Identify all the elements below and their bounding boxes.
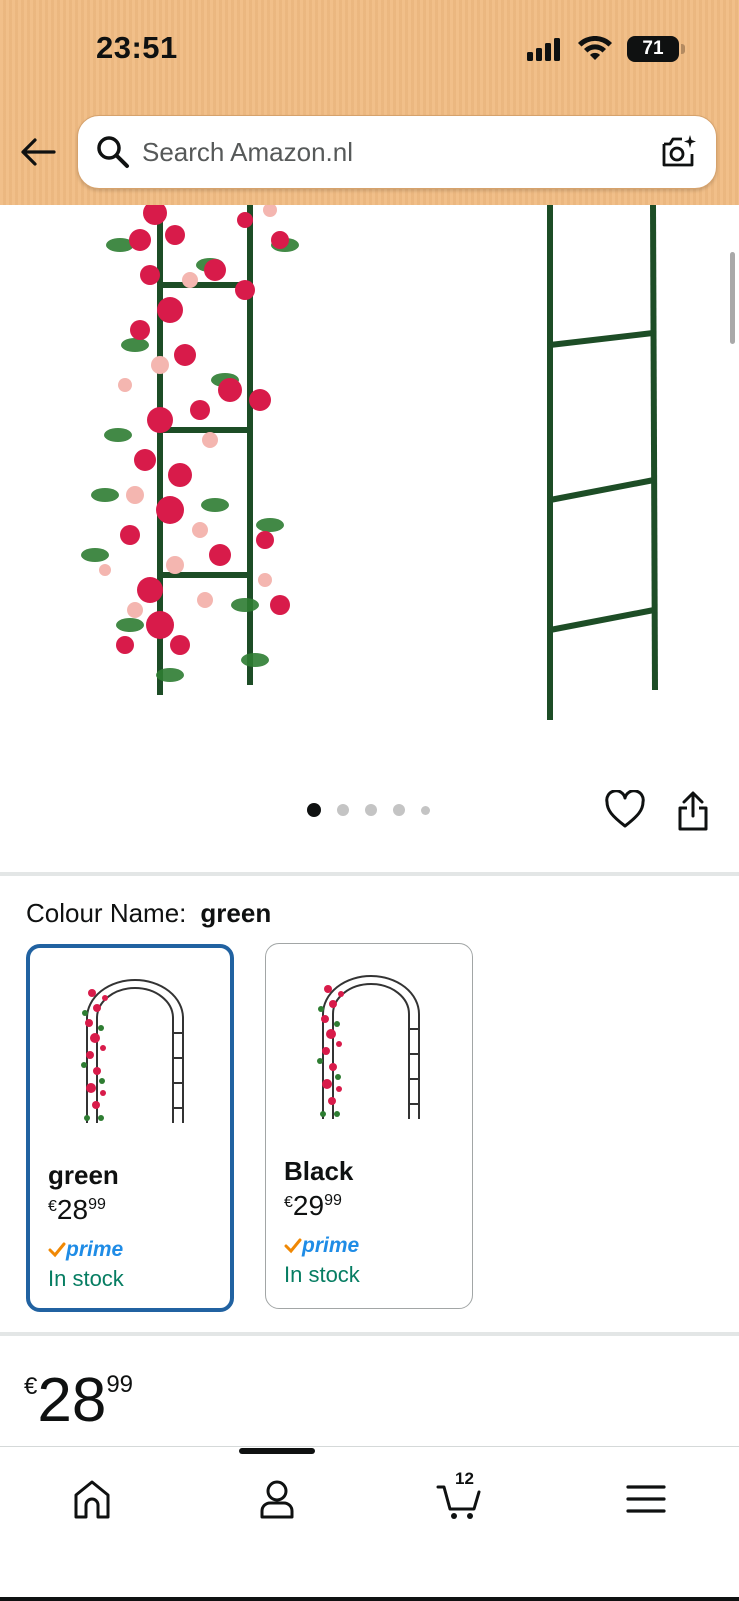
variation-name: green [48, 1160, 119, 1190]
price-whole: 29 [292, 1190, 325, 1221]
camera-search-icon[interactable] [658, 132, 698, 172]
variation-selected-value: green [200, 898, 272, 928]
heart-icon [605, 789, 645, 828]
tabbar-bottom-edge [0, 1597, 739, 1601]
variation-name: Black [284, 1156, 354, 1186]
price-fraction: 99 [324, 1192, 342, 1209]
page-dot[interactable] [365, 804, 377, 816]
bottom-tab-bar [0, 1446, 739, 1601]
page-dot[interactable] [393, 804, 405, 816]
search-icon [97, 136, 129, 168]
scroll-indicator[interactable] [730, 252, 735, 344]
page-dot[interactable] [337, 804, 349, 816]
price-whole: 28 [37, 1366, 107, 1435]
stock-status: In stock [284, 1262, 360, 1287]
wifi-icon [578, 36, 612, 60]
price-fraction: 99 [106, 1371, 134, 1398]
signal-icon [527, 38, 560, 61]
variation-label: Colour Name: green [26, 898, 271, 929]
battery-indicator: 71 [627, 36, 685, 62]
section-divider [0, 1332, 739, 1336]
prime-badge: prime [48, 1238, 123, 1262]
prime-label: prime [66, 1238, 124, 1261]
page-dot[interactable] [307, 803, 321, 817]
wishlist-button[interactable] [604, 789, 646, 830]
product-image-gallery[interactable] [0, 205, 739, 780]
currency-symbol: € [24, 1373, 38, 1400]
variation-option-black[interactable]: Black €2999 prime In stock [265, 943, 473, 1309]
variation-label-text: Colour Name: [26, 898, 187, 928]
prime-check-icon [284, 1238, 302, 1254]
status-time: 23:51 [96, 30, 178, 65]
page-dot[interactable] [421, 805, 430, 815]
arrow-left-icon [21, 138, 56, 166]
currency-symbol: € [284, 1194, 293, 1211]
price-whole: 28 [56, 1194, 89, 1225]
home-icon[interactable] [68, 1475, 116, 1523]
stock-status: In stock [48, 1266, 124, 1291]
variation-price: €2999 [284, 1190, 342, 1222]
product-price: €2899 [24, 1365, 133, 1436]
search-input[interactable]: Search Amazon.nl [142, 137, 658, 168]
cart-count-badge: 12 [455, 1469, 474, 1488]
home-indicator-handle [239, 1448, 315, 1454]
share-button[interactable] [675, 790, 711, 832]
variation-option-green[interactable]: green €2899 prime In stock [26, 944, 234, 1312]
app-header: 23:51 71 Search Amazon.nl [0, 0, 739, 205]
account-icon[interactable] [253, 1475, 301, 1523]
variation-price: €2899 [48, 1194, 106, 1226]
image-pagination[interactable] [307, 803, 430, 817]
variation-thumbnail [317, 975, 420, 1119]
share-icon [678, 791, 708, 831]
variation-thumbnail [81, 979, 184, 1123]
prime-badge: prime [284, 1234, 359, 1258]
back-button[interactable] [18, 132, 58, 172]
prime-check-icon [48, 1242, 66, 1258]
search-bar[interactable]: Search Amazon.nl [77, 115, 717, 189]
product-image [81, 205, 658, 720]
price-fraction: 99 [88, 1196, 106, 1213]
currency-symbol: € [48, 1198, 57, 1215]
menu-icon[interactable] [622, 1475, 670, 1523]
status-icons: 71 [527, 36, 685, 62]
prime-label: prime [302, 1234, 360, 1257]
section-divider [0, 872, 739, 876]
